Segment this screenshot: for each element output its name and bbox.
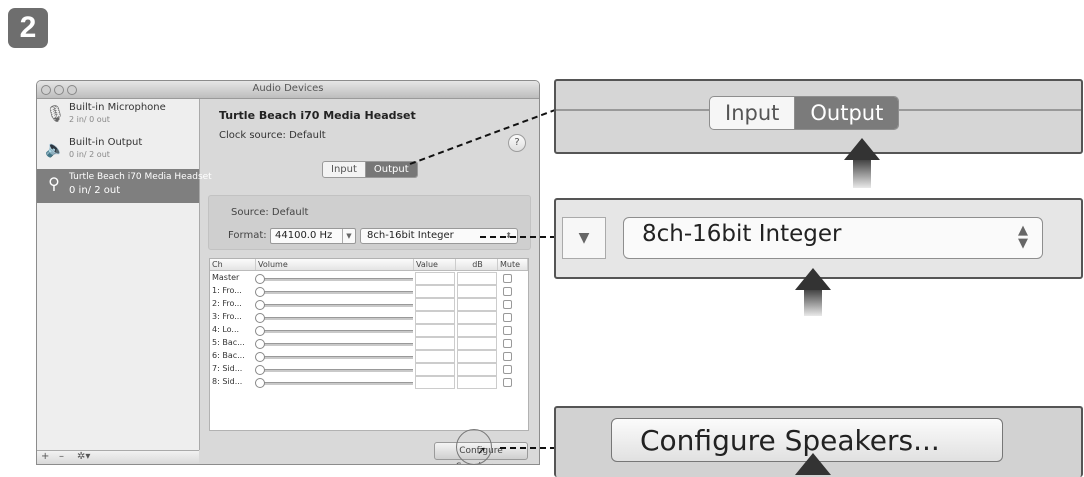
updown-chevron-icon: ▲ ▼: [1018, 223, 1028, 251]
zoomed-tab-output: Output: [795, 97, 899, 129]
callout-format-zoom: ▼ 8ch-16bit Integer ▲ ▼: [554, 198, 1083, 279]
zoomed-tab-input: Input: [710, 97, 796, 129]
zoomed-format-select: 8ch-16bit Integer ▲ ▼: [623, 217, 1043, 259]
zoomed-tabs: Input Output: [709, 96, 900, 130]
zoomed-format-value: 8ch-16bit Integer: [642, 221, 842, 247]
chevron-down-icon: ▼: [562, 217, 606, 259]
arrow-up-icon: [795, 453, 831, 475]
callout-tabs-zoom: Input Output: [554, 79, 1083, 154]
arrow-up-icon: [844, 138, 880, 160]
leader-line-tabs: [409, 109, 556, 165]
arrow-shaft: [804, 290, 822, 316]
arrow-up-icon: [795, 268, 831, 290]
arrow-shaft: [853, 160, 871, 188]
